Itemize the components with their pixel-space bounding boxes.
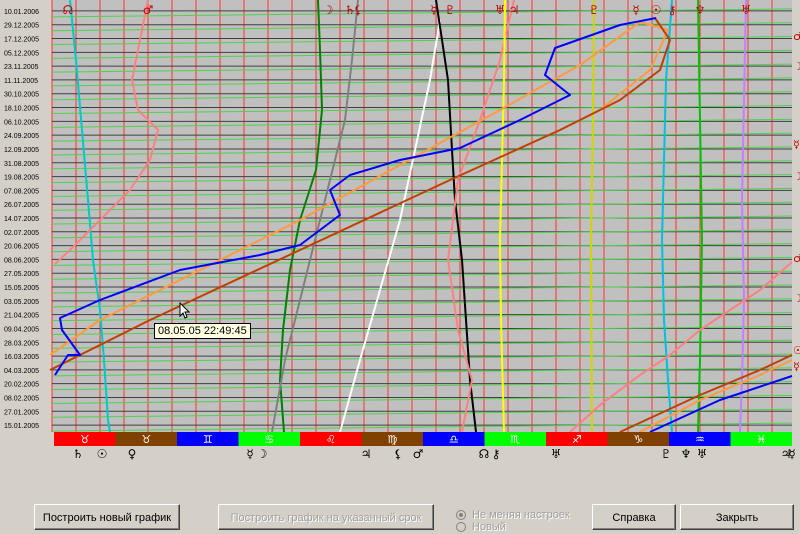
bottom-symbol: ♂	[413, 447, 424, 461]
top-symbol: ♅	[741, 3, 752, 17]
bottom-symbol: ☽	[257, 447, 268, 461]
bottom-symbol: ⚷	[492, 447, 501, 461]
bottom-symbol: ♀	[128, 447, 137, 461]
zodiac-glyph: ♉	[80, 433, 90, 446]
top-symbol: ♂	[143, 3, 154, 17]
top-symbol: ♃	[509, 3, 520, 17]
top-symbol: ☊	[63, 3, 74, 17]
right-symbol: ☿	[793, 138, 800, 151]
right-symbol: ☽	[793, 60, 800, 73]
date-label: 03.05.2005	[4, 299, 39, 306]
date-label: 24.09.2005	[4, 133, 39, 140]
zodiac-glyph: ♊	[203, 433, 213, 446]
date-label: 08.02.2005	[4, 395, 39, 402]
date-label: 14.07.2005	[4, 216, 39, 223]
right-symbol: ♂	[793, 30, 800, 43]
date-label: 26.07.2005	[4, 202, 39, 209]
transit-chart[interactable]: 10.01.2006 29.12.2005 17.12.2005 05.12.2005…	[0, 0, 800, 500]
bottom-symbol: ♆	[681, 447, 692, 461]
radio-keep-label: Не меняя настроек	[472, 509, 570, 521]
right-symbol: ☽	[793, 292, 800, 305]
date-label: 04.03.2005	[4, 368, 39, 375]
date-label: 18.10.2005	[4, 106, 39, 113]
bottom-symbol: ♅	[551, 447, 562, 461]
top-symbol: ☽	[323, 3, 334, 17]
date-label: 16.03.2005	[4, 354, 39, 361]
date-label: 19.08.2005	[4, 175, 39, 182]
date-label: 20.06.2005	[4, 244, 39, 251]
date-label: 20.02.2005	[4, 382, 39, 389]
date-label: 21.04.2005	[4, 313, 39, 320]
top-symbol: ☉	[651, 3, 662, 17]
right-symbol: ♂	[793, 252, 800, 265]
bottom-symbol: ⚸	[394, 447, 403, 461]
radio-new[interactable]: Новый	[456, 521, 506, 533]
date-labels: 10.01.2006 29.12.2005 17.12.2005 05.12.2005…	[4, 9, 39, 430]
zodiac-glyph: ♍	[387, 433, 397, 446]
date-label: 09.04.2005	[4, 326, 39, 333]
plot-background	[52, 0, 792, 432]
zodiac-glyph: ♒	[695, 433, 705, 446]
bottom-planet-symbols: ♄ ☉ ♀ ☿ ☽ ♃ ⚸ ♂ ☊ ⚷ ♅ ♇ ♆ ♅ ♃☿	[73, 447, 796, 461]
date-label: 08.06.2005	[4, 257, 39, 264]
bottom-symbol: ☊	[479, 447, 490, 461]
zodiac-glyph: ♏	[510, 433, 520, 446]
top-symbol: ♇	[445, 3, 456, 17]
time-tooltip: 08.05.05 22:49:45	[154, 323, 251, 339]
radio-new-icon[interactable]	[456, 522, 466, 532]
date-label: 31.08.2005	[4, 161, 39, 168]
bottom-symbol: ☿	[246, 447, 253, 461]
date-label: 02.07.2005	[4, 230, 39, 237]
zodiac-glyph: ♌	[326, 433, 336, 446]
date-label: 28.03.2005	[4, 340, 39, 347]
mouse-cursor-icon	[179, 302, 191, 319]
zodiac-glyph: ♑	[633, 433, 643, 446]
top-symbol: ♇	[589, 3, 600, 17]
zodiac-glyph: ♋	[264, 433, 274, 446]
date-label: 30.10.2005	[4, 92, 39, 99]
top-symbol: ☿	[632, 3, 639, 17]
date-label: 15.05.2005	[4, 285, 39, 292]
right-planet-symbols: ♂ ☽ ☿ ☽ ♂ ☽ ☉ ☿	[793, 30, 800, 373]
date-label: 07.08.2005	[4, 188, 39, 195]
date-label: 29.12.2005	[4, 23, 39, 30]
chart-on-date-button[interactable]: Построить график на указанный срок	[218, 504, 434, 530]
bottom-symbol: ♇	[661, 447, 672, 461]
bottom-symbol: ♃	[361, 447, 372, 461]
radio-keep-settings[interactable]: Не меняя настроек	[456, 509, 570, 521]
radio-new-label: Новый	[472, 521, 506, 533]
bottom-symbol: ☉	[97, 447, 108, 461]
right-symbol: ☽	[793, 170, 800, 183]
right-symbol: ☿	[793, 360, 800, 373]
right-symbol: ☉	[793, 344, 800, 357]
zodiac-glyph: ♓	[756, 433, 766, 446]
date-label: 06.10.2005	[4, 119, 39, 126]
zodiac-bar: ♉ ♉ ♊ ♋ ♌ ♍ ♎ ♏ ♐ ♑ ♒ ♓	[54, 432, 792, 446]
top-symbol: ♅	[495, 3, 506, 17]
date-label: 23.11.2005	[4, 64, 39, 71]
top-symbol: ⚷	[668, 3, 677, 17]
close-button[interactable]: Закрыть	[680, 504, 794, 530]
radio-keep-icon[interactable]	[456, 510, 466, 520]
date-label: 27.05.2005	[4, 271, 39, 278]
date-label: 15.01.2005	[4, 423, 39, 430]
date-label: 17.12.2005	[4, 37, 39, 44]
help-button[interactable]: Справка	[592, 504, 676, 530]
date-label: 05.12.2005	[4, 50, 39, 57]
zodiac-glyph: ♉	[141, 433, 151, 446]
zodiac-glyph: ♎	[449, 433, 459, 446]
top-symbol: ⚸	[354, 3, 363, 17]
bottom-symbol: ☿	[788, 447, 795, 461]
date-label: 10.01.2006	[4, 9, 39, 16]
new-chart-button[interactable]: Построить новый график	[34, 504, 180, 530]
top-symbol: ♆	[695, 3, 706, 17]
bottom-symbol: ♄	[73, 447, 84, 461]
date-label: 12.09.2005	[4, 147, 39, 154]
date-label: 11.11.2005	[4, 78, 38, 85]
zodiac-glyph: ♐	[572, 433, 582, 446]
date-label: 27.01.2005	[4, 409, 39, 416]
bottom-symbol: ♅	[697, 447, 708, 461]
top-symbol: ☿	[430, 3, 437, 17]
